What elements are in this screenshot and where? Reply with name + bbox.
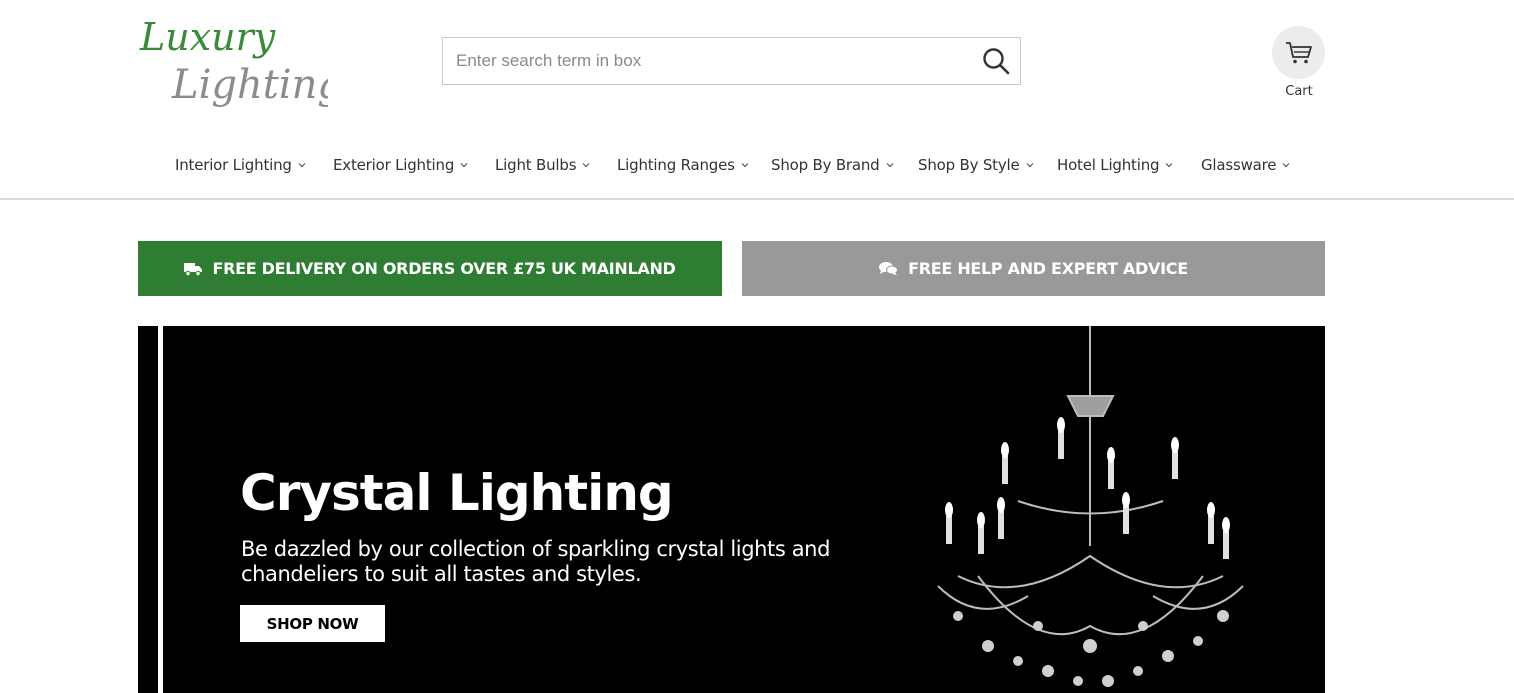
chevron-down-icon bbox=[741, 163, 749, 168]
free-delivery-label: FREE DELIVERY ON ORDERS OVER £75 UK MAIN… bbox=[212, 259, 676, 278]
cart-label: Cart bbox=[1285, 84, 1313, 99]
search-input[interactable] bbox=[443, 38, 963, 84]
cart-icon bbox=[1272, 26, 1325, 79]
logo-line-2: Lighting bbox=[171, 62, 328, 108]
nav-item-label: Exterior Lighting bbox=[333, 156, 455, 174]
hero-subtitle: Be dazzled by our collection of sparklin… bbox=[241, 537, 830, 586]
chevron-down-icon bbox=[1165, 163, 1173, 168]
hero-banner: Crystal Lighting Be dazzled by our colle… bbox=[138, 326, 1325, 693]
nav-item-shop-by-style[interactable]: Shop By Style bbox=[918, 150, 1034, 180]
chevron-down-icon bbox=[298, 163, 306, 168]
chevron-down-icon bbox=[582, 163, 590, 168]
logo[interactable]: Luxury Lighting bbox=[138, 6, 328, 116]
chevron-down-icon bbox=[886, 163, 893, 168]
logo-line-1: Luxury bbox=[139, 15, 276, 59]
nav-item-label: Light Bulbs bbox=[495, 156, 577, 174]
shop-now-button[interactable]: SHOP NOW bbox=[240, 605, 385, 642]
nav-item-label: Lighting Ranges bbox=[617, 156, 735, 174]
nav-item-shop-by-brand[interactable]: Shop By Brand bbox=[771, 150, 894, 180]
expert-advice-label: FREE HELP AND EXPERT ADVICE bbox=[908, 259, 1188, 278]
truck-icon bbox=[184, 262, 203, 276]
nav-item-glassware[interactable]: Glassware bbox=[1201, 150, 1290, 180]
nav-item-label: Shop By Brand bbox=[771, 156, 880, 174]
hero-divider bbox=[158, 326, 163, 693]
nav-item-light-bulbs[interactable]: Light Bulbs bbox=[495, 150, 590, 180]
nav-item-interior-lighting[interactable]: Interior Lighting bbox=[175, 150, 306, 180]
hero-title: Crystal Lighting bbox=[240, 464, 674, 522]
nav-item-label: Hotel Lighting bbox=[1057, 156, 1160, 174]
cart-button[interactable]: Cart bbox=[1272, 26, 1326, 102]
site-header: Luxury Lighting Cart Interior Lighting bbox=[0, 0, 1514, 200]
expert-advice-banner[interactable]: FREE HELP AND EXPERT ADVICE bbox=[742, 241, 1325, 296]
search-icon[interactable] bbox=[982, 47, 1010, 75]
nav-item-exterior-lighting[interactable]: Exterior Lighting bbox=[333, 150, 468, 180]
free-delivery-banner[interactable]: FREE DELIVERY ON ORDERS OVER £75 UK MAIN… bbox=[138, 241, 722, 296]
search-bar bbox=[442, 37, 1021, 85]
chat-icon bbox=[879, 262, 899, 276]
chandelier-image bbox=[937, 326, 1244, 687]
chevron-down-icon bbox=[1282, 163, 1290, 168]
nav-item-label: Shop By Style bbox=[918, 156, 1020, 174]
main-nav: Interior Lighting Exterior Lighting Ligh… bbox=[0, 150, 1514, 180]
nav-item-hotel-lighting[interactable]: Hotel Lighting bbox=[1057, 150, 1173, 180]
chevron-down-icon bbox=[460, 163, 468, 168]
nav-item-label: Glassware bbox=[1201, 156, 1277, 174]
nav-item-label: Interior Lighting bbox=[175, 156, 292, 174]
nav-item-lighting-ranges[interactable]: Lighting Ranges bbox=[617, 150, 749, 180]
chevron-down-icon bbox=[1026, 163, 1033, 168]
